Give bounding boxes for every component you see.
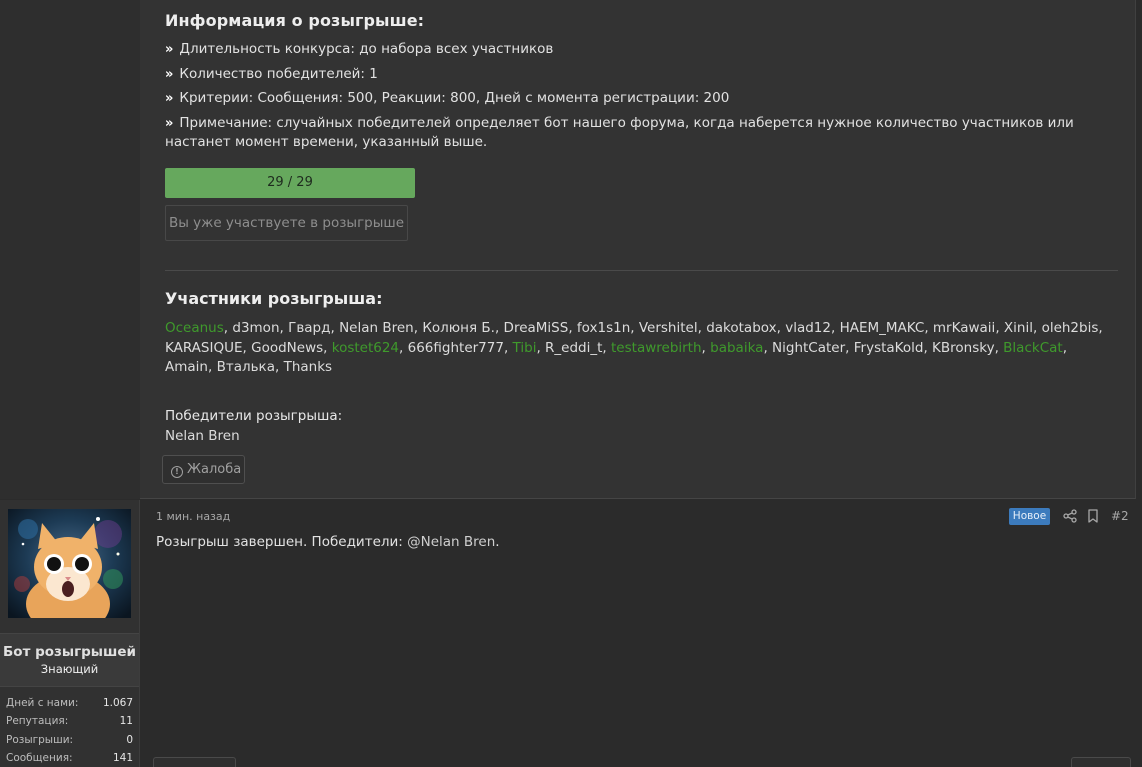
bullet-chevron-icon: » (165, 116, 174, 131)
user-mention-link[interactable]: @Nelan Bren (407, 534, 495, 550)
participant-link[interactable]: Вталька (217, 359, 275, 375)
post-user-column (0, 0, 140, 499)
participant-link[interactable]: NightCater (772, 340, 845, 356)
participant-link[interactable]: kostet624 (332, 340, 399, 356)
post-action-button-right[interactable] (1071, 757, 1131, 767)
participant-link[interactable]: Amain (165, 359, 208, 375)
participant-link[interactable]: testawrebirth (611, 340, 702, 356)
user-info-block: Бот розыгрышей Знающий (0, 633, 139, 687)
participant-link[interactable]: Tibi (513, 340, 537, 356)
user-stat-messages: Сообщения: 141 (6, 752, 133, 764)
participant-link[interactable]: Thanks (284, 359, 332, 375)
bookmark-icon[interactable] (1087, 509, 1099, 523)
participant-link[interactable]: oleh2bis (1042, 320, 1099, 336)
post-author-name[interactable]: Бот розыгрышей (0, 644, 139, 660)
participant-link[interactable]: Xinil (1004, 320, 1033, 336)
participants-title: Участники розыгрыша: (165, 289, 383, 308)
participant-link[interactable]: GoodNews (251, 340, 323, 356)
participant-link[interactable]: FrystaKold (854, 340, 924, 356)
giveaway-post: Информация о розыгрыше: » Длительность ко… (0, 0, 1136, 499)
participant-link[interactable]: dakotabox (706, 320, 776, 336)
participant-link[interactable]: Гвард (288, 320, 330, 336)
post-number-link[interactable]: #2 (1111, 509, 1129, 523)
participants-progress-bar: 29 / 29 (165, 168, 415, 198)
already-joined-button[interactable]: Вы уже участвуете в розыгрыше (165, 205, 408, 241)
participant-link[interactable]: BlackCat (1003, 340, 1063, 356)
post-timestamp[interactable]: 1 мин. назад (156, 510, 230, 523)
post-action-button-left[interactable] (153, 757, 236, 767)
bullet-chevron-icon: » (165, 42, 174, 57)
participant-link[interactable]: 666fighter777 (408, 340, 504, 356)
divider (165, 270, 1118, 271)
participant-link[interactable]: fox1s1n (577, 320, 630, 336)
user-stat-reputation: Репутация: 11 (6, 715, 133, 727)
participant-link[interactable]: Nelan Bren (339, 320, 414, 336)
participant-link[interactable]: KBronsky (932, 340, 995, 356)
share-icon[interactable] (1063, 509, 1077, 523)
participant-link[interactable]: KARASIQUE (165, 340, 243, 356)
info-note: » Примечание: случайных победителей опред… (165, 115, 1074, 150)
user-title: Знающий (40, 662, 99, 676)
participant-link[interactable]: Oceanus (165, 320, 224, 336)
participants-list: Oceanus, d3mon, Гвард, Nelan Bren, Колюн… (165, 320, 1103, 376)
winners-label: Победители розыгрыша: (165, 408, 343, 424)
participant-link[interactable]: d3mon (232, 320, 279, 336)
new-badge: Новое (1009, 508, 1050, 525)
participant-link[interactable]: Колюня Б. (422, 320, 495, 336)
bullet-chevron-icon: » (165, 91, 174, 106)
info-criteria: » Критерии: Сообщения: 500, Реакции: 800,… (165, 90, 730, 106)
participant-link[interactable]: Vershitel (639, 320, 698, 336)
participant-link[interactable]: R_eddi_t (545, 340, 602, 356)
winner-name[interactable]: Nelan Bren (165, 428, 240, 444)
user-stat-giveaways: Розыгрыши: 0 (6, 734, 133, 746)
giveaway-info-title: Информация о розыгрыше: (165, 11, 425, 30)
report-button[interactable]: ! Жалоба (162, 455, 245, 484)
participant-link[interactable]: HAEM_MAKC (840, 320, 925, 336)
participant-link[interactable]: mrKawaii (933, 320, 995, 336)
exclamation-circle-icon: ! (171, 466, 183, 478)
participant-link[interactable]: vlad12 (785, 320, 831, 336)
post-body: Розыгрыш завершен. Победители: @Nelan Br… (156, 534, 500, 550)
bullet-chevron-icon: » (165, 67, 174, 82)
avatar[interactable] (8, 509, 131, 618)
user-stat-days: Дней с нами: 1.067 (6, 697, 133, 709)
participant-link[interactable]: babaika (710, 340, 763, 356)
participant-link[interactable]: DreaMiSS (504, 320, 569, 336)
info-duration: » Длительность конкурса: до набора всех у… (165, 41, 554, 57)
info-winners-count: » Количество победителей: 1 (165, 66, 378, 82)
